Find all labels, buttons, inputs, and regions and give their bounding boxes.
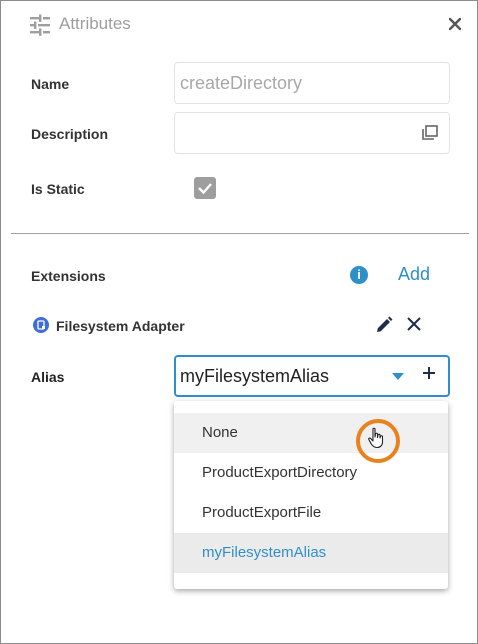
alias-dropdown: None ProductExportDirectory ProductExpor… [174, 401, 448, 589]
name-label: Name [31, 76, 70, 92]
alias-option-product-export-directory[interactable]: ProductExportDirectory [174, 453, 448, 493]
alias-option-my-filesystem-alias[interactable]: myFilesystemAlias [174, 533, 448, 573]
alias-selected-value: myFilesystemAlias [180, 366, 330, 386]
hand-cursor-icon [368, 427, 384, 449]
add-extension-button[interactable]: Add [398, 264, 430, 285]
plus-icon[interactable] [421, 365, 437, 381]
name-field[interactable]: createDirectory [174, 62, 450, 104]
remove-icon[interactable] [405, 315, 423, 333]
alias-label-text: Alias [31, 369, 65, 385]
sliders-icon [30, 14, 50, 36]
description-label: Description [31, 126, 109, 142]
alias-option-none[interactable]: None [174, 413, 448, 453]
expand-editor-icon[interactable] [421, 124, 439, 142]
info-icon[interactable]: i [350, 266, 368, 284]
extension-item-name: Filesystem Adapter [56, 318, 185, 334]
alias-option-product-export-file[interactable]: ProductExportFile [174, 493, 448, 533]
is-static-label: Is Static [31, 181, 85, 197]
close-icon[interactable] [445, 14, 465, 34]
is-static-checkbox[interactable] [194, 177, 216, 199]
checkmark-icon [198, 183, 212, 195]
alias-select[interactable]: myFilesystemAlias [174, 355, 450, 397]
alias-label: Alias [31, 368, 64, 386]
panel-title: Attributes [59, 14, 131, 33]
attributes-panel: Attributes Name createDirectory Descript… [0, 0, 478, 644]
description-field[interactable] [174, 112, 450, 154]
name-value: createDirectory [180, 73, 303, 93]
chevron-down-icon[interactable] [392, 373, 404, 380]
section-divider [11, 233, 469, 234]
adapter-icon [33, 317, 49, 333]
extensions-label: Extensions [31, 268, 106, 284]
pencil-icon[interactable] [374, 315, 394, 335]
